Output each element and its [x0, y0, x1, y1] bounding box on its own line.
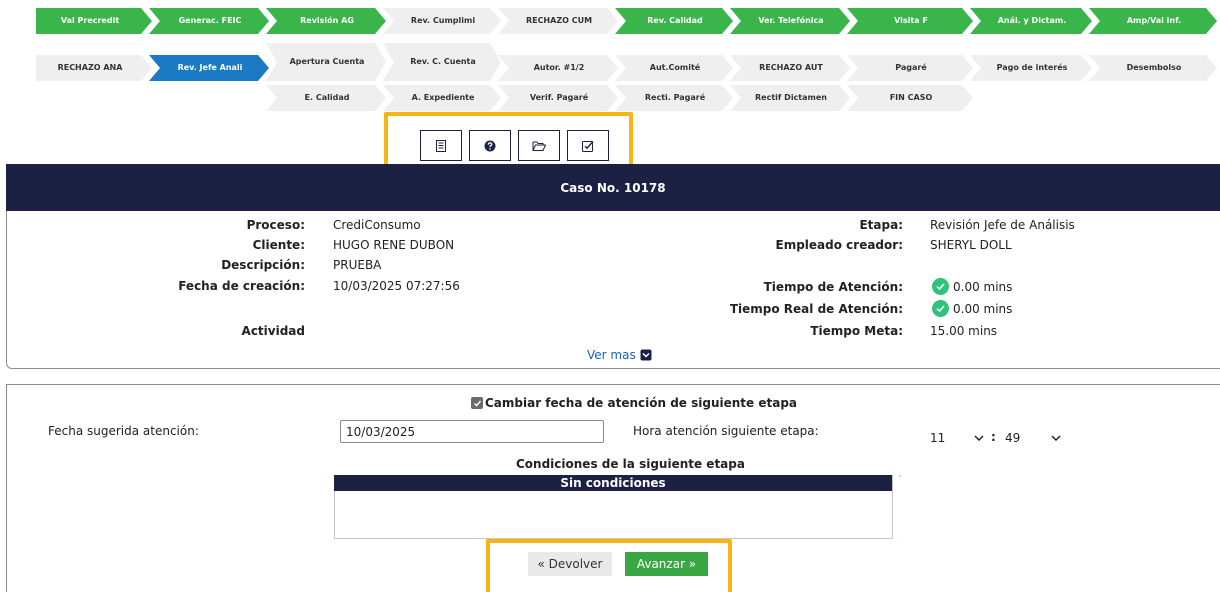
stage-row-1: Val Precredit Generac. FEIC Revisión AG …	[0, 8, 1220, 34]
value-etapa: Revisión Jefe de Análisis	[930, 218, 1075, 232]
stage-rechazo-ana[interactable]: RECHAZO ANA	[36, 55, 152, 81]
stage-visita-f[interactable]: Visita F	[847, 8, 973, 34]
case-title: Caso No. 10178	[6, 164, 1220, 211]
label-fecha-creacion: Fecha de creación:	[178, 279, 305, 293]
checkmark-icon	[473, 400, 481, 407]
minute-value: 49	[1005, 430, 1021, 445]
label-tiempo-real-atencion: Tiempo Real de Atención:	[729, 302, 903, 316]
value-cliente: HUGO RENE DUBON	[333, 238, 455, 252]
label-tiempo-meta: Tiempo Meta:	[810, 324, 903, 338]
suggested-date-input[interactable]	[340, 420, 604, 443]
stage-rechazo-aut[interactable]: RECHAZO AUT	[730, 55, 850, 81]
next-stage-time-label: Hora atención siguiente etapa:	[633, 424, 819, 438]
label-empleado-creador: Empleado creador:	[775, 238, 903, 252]
ver-mas-link[interactable]: Ver mas	[587, 348, 652, 362]
ver-mas-label: Ver mas	[587, 348, 636, 362]
stage-ver-telefonica[interactable]: Ver. Telefónica	[730, 8, 850, 34]
conditions-scrollbar[interactable]	[892, 475, 901, 539]
stage-apertura-cuenta[interactable]: Apertura Cuenta	[266, 43, 386, 81]
label-cliente: Cliente:	[252, 238, 305, 252]
value-descripcion: PRUEBA	[333, 258, 382, 272]
stage-e-calidad[interactable]: E. Calidad	[266, 85, 386, 111]
actions-highlight	[486, 539, 732, 592]
stage-autor-1-2[interactable]: Autor. #1/2	[498, 55, 618, 81]
label-descripcion: Descripción:	[221, 258, 305, 272]
stage-desembolso[interactable]: Desembolso	[1089, 55, 1217, 81]
stage-rechazo-cum[interactable]: RECHAZO CUM	[498, 8, 618, 34]
value-empleado-creador: SHERYL DOLL	[930, 238, 1012, 252]
check-circle-icon	[932, 300, 949, 317]
value-tiempo-atencion: 0.00 mins	[953, 280, 1013, 294]
stage-verif-pagare[interactable]: Verif. Pagaré	[498, 85, 618, 111]
time-separator: :	[991, 430, 996, 444]
value-proceso: CrediConsumo	[333, 218, 421, 232]
conditions-header: Sin condiciones	[334, 475, 892, 491]
suggested-date-label: Fecha sugerida atención:	[48, 424, 199, 438]
stage-rectif-dictamen[interactable]: Rectif Dictamen	[730, 85, 850, 111]
stage-revision-ag[interactable]: Revisión AG	[266, 8, 386, 34]
stage-val-precredit[interactable]: Val Precredit	[36, 8, 152, 34]
label-tiempo-atencion: Tiempo de Atención:	[763, 280, 903, 294]
change-date-checkbox-row[interactable]: Cambiar fecha de atención de siguiente e…	[471, 396, 797, 410]
hour-value: 11	[930, 430, 946, 445]
expand-down-icon	[640, 349, 652, 361]
change-date-label: Cambiar fecha de atención de siguiente e…	[485, 396, 798, 410]
hour-select[interactable]: 11	[924, 425, 990, 450]
stage-rev-c-cuenta[interactable]: Rev. C. Cuenta	[383, 43, 501, 81]
stage-a-expediente[interactable]: A. Expediente	[383, 85, 501, 111]
stage-rev-cumplimi[interactable]: Rev. Cumplimi	[383, 8, 501, 34]
minute-select[interactable]: 49	[999, 425, 1067, 450]
check-circle-icon	[932, 278, 949, 295]
stage-aut-comite[interactable]: Aut.Comité	[615, 55, 733, 81]
stage-recti-pagare[interactable]: Recti. Pagaré	[615, 85, 733, 111]
stage-row-2: RECHAZO ANA Rev. Jefe Anali Apertura Cue…	[0, 55, 1220, 81]
stage-anal-dictam[interactable]: Anál. y Dictam.	[970, 8, 1092, 34]
value-tiempo-real-atencion: 0.00 mins	[953, 302, 1013, 316]
stage-generac-feic[interactable]: Generac. FEIC	[149, 8, 269, 34]
label-actividad: Actividad	[241, 324, 305, 338]
stage-rev-calidad[interactable]: Rev. Calidad	[615, 8, 733, 34]
stage-rev-jefe-anali[interactable]: Rev. Jefe Anali	[149, 55, 269, 81]
stage-fin-caso[interactable]: FIN CASO	[847, 85, 973, 111]
stage-row-3: E. Calidad A. Expediente Verif. Pagaré R…	[0, 85, 1220, 111]
chevron-down-icon	[974, 434, 984, 441]
change-date-checkbox[interactable]	[471, 397, 483, 409]
conditions-title: Condiciones de la siguiente etapa	[516, 457, 745, 471]
stage-pago-interes[interactable]: Pago de interés	[970, 55, 1092, 81]
value-tiempo-meta: 15.00 mins	[930, 324, 998, 338]
chevron-down-icon	[1051, 434, 1061, 441]
label-proceso: Proceso:	[246, 218, 305, 232]
value-fecha-creacion: 10/03/2025 07:27:56	[333, 279, 460, 293]
stage-pagare[interactable]: Pagaré	[847, 55, 973, 81]
label-etapa: Etapa:	[859, 218, 903, 232]
stage-amp-val-inf[interactable]: Amp/Val inf.	[1089, 8, 1217, 34]
